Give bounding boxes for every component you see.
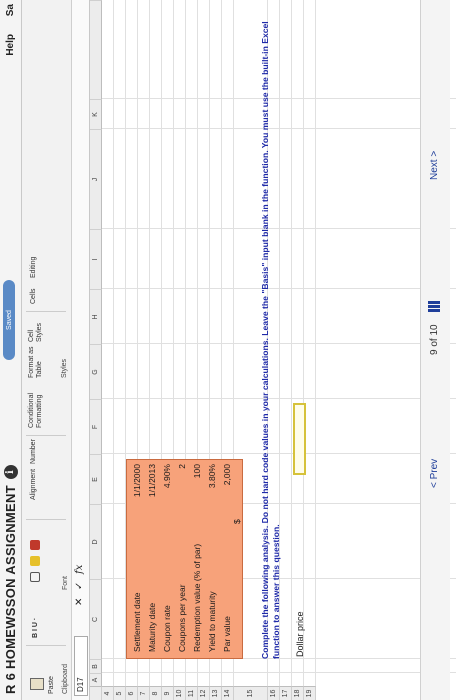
row-header[interactable]: 11 xyxy=(186,686,198,700)
function-icon[interactable]: fx xyxy=(74,565,85,574)
input-value-cell[interactable]: 2 xyxy=(177,464,187,540)
ribbon-divider xyxy=(26,435,66,436)
input-value-cell[interactable]: 100 xyxy=(192,464,202,540)
column-header[interactable]: G xyxy=(90,344,102,399)
row-header[interactable]: 6 xyxy=(126,686,138,700)
paste-icon[interactable] xyxy=(30,678,44,690)
column-header[interactable]: B xyxy=(90,659,102,673)
row-header[interactable]: 8 xyxy=(150,686,162,700)
font-color-icon[interactable] xyxy=(30,540,40,550)
info-icon[interactable]: i xyxy=(3,465,18,480)
row-header[interactable]: 16 xyxy=(268,686,280,700)
input-label: Yield to maturity xyxy=(207,591,217,652)
grid-row-line xyxy=(113,0,114,686)
name-box[interactable]: D17 xyxy=(74,636,88,696)
styles-label: Styles xyxy=(61,358,68,378)
input-label: Redemption value (% of par) xyxy=(192,543,202,652)
row-header[interactable]: 7 xyxy=(138,686,150,700)
ribbon-divider xyxy=(26,311,66,312)
ribbon-divider xyxy=(26,519,66,520)
row-header[interactable]: 15 xyxy=(234,686,268,700)
cancel-icon[interactable]: ✕ xyxy=(74,598,85,606)
photo-background: R 6 HOMEWSSON ASSIGNMENT i Saved Help Sa… xyxy=(0,0,456,700)
alignment-button[interactable]: Alignment xyxy=(30,469,37,500)
column-header[interactable]: C xyxy=(90,579,102,659)
input-value-cell[interactable]: 3.80% xyxy=(207,464,217,540)
clipboard-group: Paste Clipboard xyxy=(24,650,70,696)
assignment-title: R 6 HOMEWSSON ASSIGNMENT xyxy=(3,485,18,694)
input-value-cell[interactable]: 4.90% xyxy=(162,464,172,540)
assignment-header: R 6 HOMEWSSON ASSIGNMENT i Saved Help Sa xyxy=(0,0,22,700)
row-header[interactable]: 18 xyxy=(292,686,304,700)
font-group: B I U · Font xyxy=(24,524,70,642)
number-button[interactable]: Number xyxy=(30,439,37,464)
select-all-corner[interactable] xyxy=(90,686,102,700)
format-as-table-button[interactable]: Format as Table xyxy=(28,344,44,378)
editing-button[interactable]: Editing xyxy=(30,257,37,278)
par-currency-symbol: $ xyxy=(232,519,242,524)
row-header[interactable]: 17 xyxy=(280,686,292,700)
dollar-price-label: Dollar price xyxy=(295,611,305,657)
column-header[interactable]: D xyxy=(90,504,102,579)
input-label: Maturity date xyxy=(147,602,157,652)
conditional-formatting-button[interactable]: Conditional Formatting xyxy=(28,382,44,428)
input-label: Par value xyxy=(222,616,232,652)
excel-assignment-window: R 6 HOMEWSSON ASSIGNMENT i Saved Help Sa… xyxy=(0,0,456,700)
font-label: Font xyxy=(62,575,69,590)
question-pager: < Prev 9 of 10 Next > xyxy=(420,0,450,700)
row-header[interactable]: 13 xyxy=(210,686,222,700)
ribbon-divider xyxy=(26,645,66,646)
next-button[interactable]: Next > xyxy=(429,151,440,180)
row-header[interactable]: 14 xyxy=(222,686,234,700)
row-header[interactable]: 5 xyxy=(114,686,126,700)
row-header[interactable]: 12 xyxy=(198,686,210,700)
spreadsheet-grid[interactable]: ABCDEFGHIJK 4 5 6 7 8 9 10 11 12 13 14 15 16 17 18 19 S… xyxy=(90,0,456,700)
clipboard-label: Clipboard xyxy=(62,664,69,694)
dollar-price-answer-cell[interactable] xyxy=(293,403,306,475)
column-header[interactable]: F xyxy=(90,399,102,454)
prev-button[interactable]: < Prev xyxy=(429,459,440,488)
font-style-buttons[interactable]: B I U · xyxy=(32,618,39,638)
fill-color-icon[interactable] xyxy=(30,556,40,566)
page-count: 9 of 10 xyxy=(429,324,440,355)
column-header-filler xyxy=(90,0,102,99)
column-header[interactable]: J xyxy=(90,129,102,229)
formula-bar: D17 ✕ ✓ fx xyxy=(72,0,90,700)
column-header[interactable]: A xyxy=(90,673,102,686)
grid-row-line xyxy=(291,0,292,686)
input-value-cell[interactable]: 2,000 xyxy=(222,464,232,540)
input-value-cell[interactable]: 1/1/2000 xyxy=(132,464,142,540)
save-link[interactable]: Sa xyxy=(5,4,16,16)
check-icon[interactable]: ✓ xyxy=(74,582,85,590)
column-header[interactable]: K xyxy=(90,99,102,129)
row-header[interactable]: 19 xyxy=(304,686,316,700)
column-header[interactable]: E xyxy=(90,454,102,504)
help-link[interactable]: Help xyxy=(5,34,16,56)
input-label: Coupons per year xyxy=(177,584,187,652)
grid-view-icon[interactable] xyxy=(428,300,440,312)
excel-ribbon: Paste Clipboard B I U · Font Alignment N… xyxy=(22,0,72,700)
input-label: Settlement date xyxy=(132,592,142,652)
cell-styles-button[interactable]: Cell Styles xyxy=(28,316,44,342)
column-header[interactable]: H xyxy=(90,289,102,344)
instructions-text: Complete the following analysis. Do not … xyxy=(260,21,281,659)
cells-button[interactable]: Cells xyxy=(30,288,37,304)
grid-row-line xyxy=(315,0,316,686)
input-label: Coupon rate xyxy=(162,605,172,652)
row-header[interactable]: 9 xyxy=(162,686,174,700)
saved-status-badge: Saved xyxy=(3,280,15,360)
paste-button[interactable]: Paste xyxy=(48,676,55,694)
borders-icon[interactable] xyxy=(30,572,40,582)
column-header[interactable]: I xyxy=(90,229,102,289)
row-header[interactable]: 10 xyxy=(174,686,186,700)
grid-row-line xyxy=(303,0,304,686)
row-header[interactable]: 4 xyxy=(102,686,114,700)
input-value-cell[interactable]: 1/1/2013 xyxy=(147,464,157,540)
